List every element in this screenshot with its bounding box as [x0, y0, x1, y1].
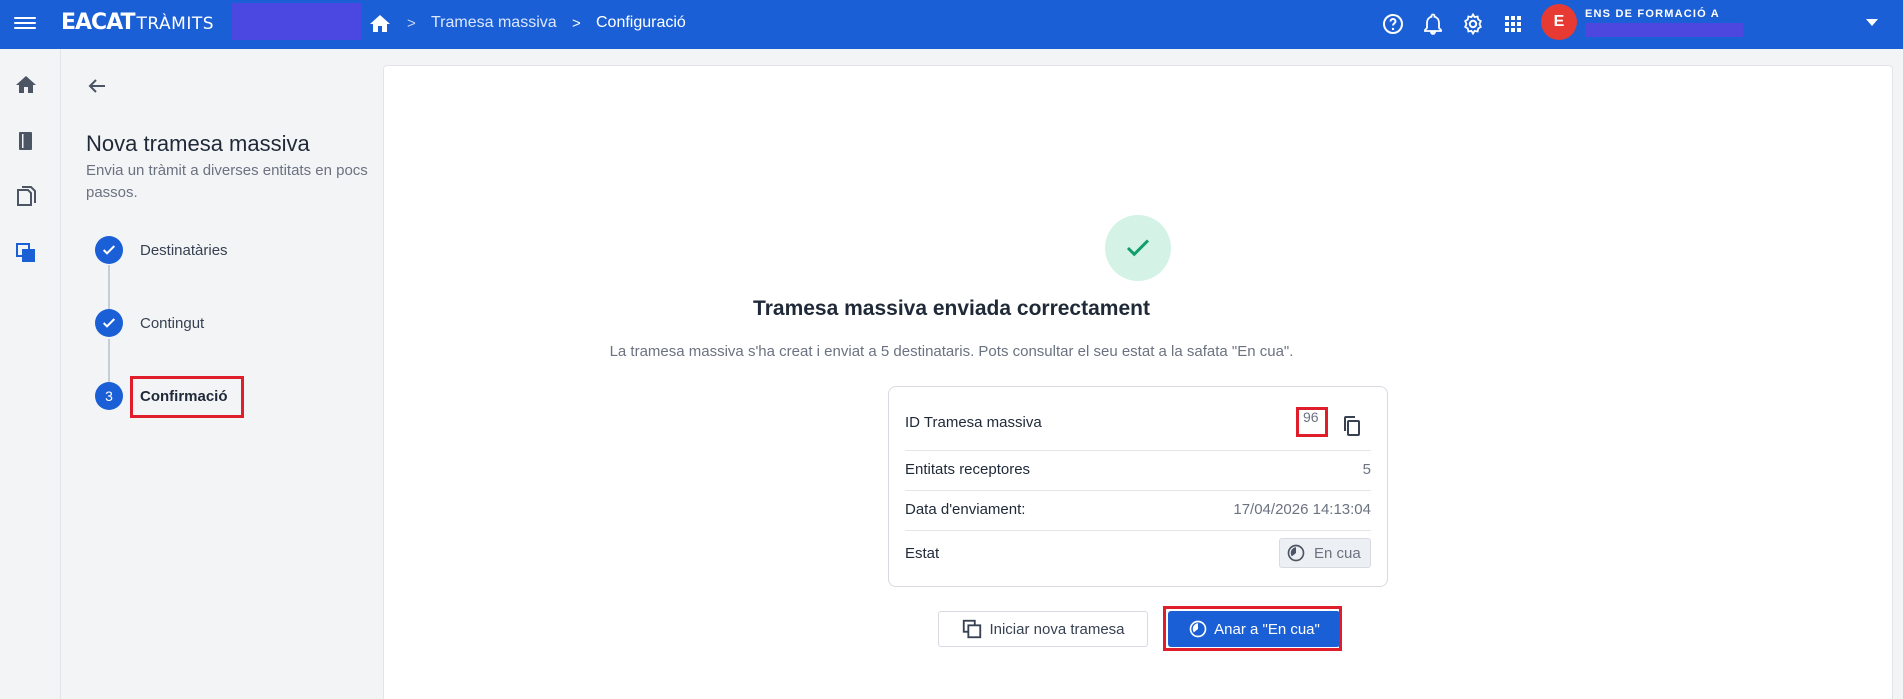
wizard-panel: Nova tramesa massiva Envia un tràmit a d…	[61, 49, 383, 699]
chevron-down-icon[interactable]	[1866, 19, 1878, 26]
breadcrumb-separator: >	[572, 15, 581, 32]
help-icon[interactable]	[1381, 12, 1405, 36]
divider	[905, 490, 1371, 491]
page-title: Nova tramesa massiva	[86, 131, 310, 156]
success-indicator	[1105, 215, 1171, 281]
mass-dispatch-icon	[963, 619, 982, 639]
success-message: La tramesa massiva s'ha creat i enviat a…	[609, 343, 1294, 360]
home-icon[interactable]	[14, 73, 38, 97]
menu-icon[interactable]	[14, 14, 36, 32]
new-dispatch-button[interactable]: Iniciar nova tramesa	[938, 611, 1148, 647]
avatar[interactable]: E	[1541, 4, 1577, 40]
highlight-box	[1163, 606, 1342, 651]
page-subtitle: Envia un tràmit a diverses entitats en p…	[86, 162, 368, 201]
home-icon[interactable]	[368, 12, 392, 36]
main-content	[383, 65, 1893, 699]
organization-name: ENS DE FORMACIÓ A	[1585, 8, 1720, 20]
settings-icon[interactable]	[1461, 12, 1485, 36]
check-icon	[102, 245, 116, 255]
breadcrumb-separator: >	[407, 15, 416, 32]
mass-dispatch-icon[interactable]	[14, 241, 38, 265]
step-number-indicator: 3	[95, 382, 123, 410]
app-logo[interactable]: EACAT TRÀMITS	[61, 10, 214, 35]
step-done-indicator	[95, 236, 123, 264]
apps-grid-icon[interactable]	[1501, 12, 1525, 36]
summary-card: ID Tramesa massiva 96 Entitats receptore…	[888, 386, 1388, 587]
summary-entities-row: Entitats receptores 5	[905, 461, 1371, 478]
pending-clock-icon	[1287, 544, 1305, 562]
summary-entities-value: 5	[1362, 461, 1371, 478]
step-destinataries[interactable]: Destinatàries	[140, 242, 228, 259]
summary-date-label: Data d'enviament:	[905, 501, 1026, 518]
left-rail	[0, 49, 61, 699]
highlight-box	[1296, 407, 1328, 437]
redacted-area	[1585, 23, 1743, 37]
highlight-box	[130, 376, 244, 418]
divider	[905, 450, 1371, 451]
breadcrumb-configuracio: Configuració	[596, 14, 686, 31]
documents-icon[interactable]	[14, 185, 38, 209]
redacted-area	[232, 3, 362, 40]
check-icon	[1126, 239, 1150, 257]
breadcrumb-tramesa-massiva[interactable]: Tramesa massiva	[431, 14, 557, 32]
book-icon[interactable]	[14, 129, 38, 153]
back-arrow-icon[interactable]	[85, 74, 109, 98]
status-badge-label: En cua	[1314, 544, 1361, 562]
success-title: Tramesa massiva enviada correctament	[753, 297, 1150, 320]
summary-entities-label: Entitats receptores	[905, 461, 1031, 478]
notifications-icon[interactable]	[1421, 12, 1445, 36]
copy-icon[interactable]	[1340, 414, 1364, 438]
divider	[905, 530, 1371, 531]
new-dispatch-label: Iniciar nova tramesa	[989, 620, 1125, 638]
summary-date-row: Data d'enviament: 17/04/2026 14:13:04	[905, 501, 1371, 518]
top-bar: EACAT TRÀMITS > Tramesa massiva > Configu…	[0, 0, 1903, 49]
status-badge: En cua	[1279, 538, 1371, 568]
summary-date-value: 17/04/2026 14:13:04	[1233, 501, 1371, 518]
